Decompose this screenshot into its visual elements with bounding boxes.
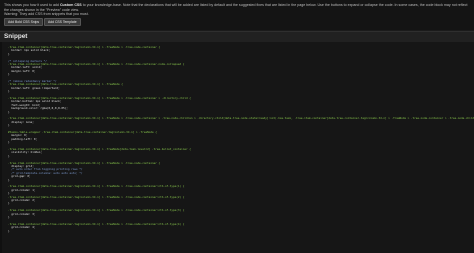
code-line: } [8,228,10,233]
add-css-template-button[interactable]: Add CSS Template [44,18,81,26]
code-line: visibility: hidden; [8,150,42,155]
code-line: } [8,140,10,145]
code-line: padding-left: 0; [8,136,38,141]
code-line: grid-column: 2; [8,198,36,202]
code-line: border: 1px solid black; [8,48,51,53]
code-block[interactable]: .tree-item-container[data-tree-container… [0,42,474,253]
code-line: } [8,153,10,158]
code-line: border-left: green !important; [8,85,60,90]
code-line: background-color: rgba(0,0,0,0.05); [8,106,68,111]
code-line: grid-column: 3; [8,211,36,216]
code-selector-line: #tasks-table-wrapper .tree-item-containe… [8,130,157,134]
code-line: } [8,109,10,114]
code-line: } [8,215,10,219]
code-line: grid-column: 4; [8,225,36,230]
code-line: margin-left: 0; [8,68,36,73]
code-line: grid-gap: 0; [8,174,31,179]
intro-text-part: This shows you how it used to add [4,3,59,7]
code-line: } [8,51,10,56]
code-selector-line: .tree-item-container[data-tree-container… [8,116,474,121]
code-line: display: none; [8,119,34,124]
warning-text: Warning: They add CSS from snippets that… [4,12,89,17]
code-line: } [8,177,10,182]
code-line: } [8,123,10,128]
code-line: } [8,72,10,77]
code-line: } [8,89,10,94]
section-title: Snippet [4,33,28,40]
code-gutter [0,42,2,253]
add-bold-css-button[interactable]: Add Bold CSS Snips [4,18,44,26]
info-header: This shows you how it used to add Custom… [0,0,474,30]
intro-text: This shows you how it used to add Custom… [4,3,470,17]
code-line: grid-column: 1; [8,187,36,192]
intro-highlight: Custom CSS [59,3,82,7]
code-line: } [8,201,10,206]
